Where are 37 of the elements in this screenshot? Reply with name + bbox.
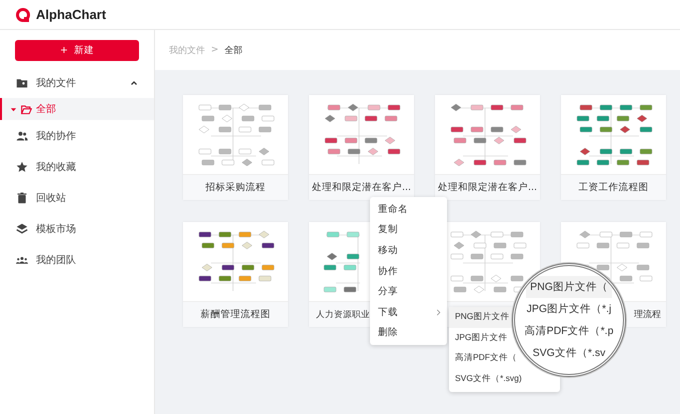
file-card[interactable]: 工资工作流程图 [561,95,666,200]
breadcrumb-item: 全部 [224,44,243,56]
menu-item[interactable]: JPG图片文件 [449,328,512,348]
file-name: 工资工作流程图 [578,181,648,194]
file-card[interactable]: 处理和限定潜在客户... [435,95,540,200]
people-icon [16,130,28,142]
menu-item[interactable]: PNG图片文件 [449,307,514,328]
nav-item[interactable]: 模板市场 [0,213,154,244]
nav-item[interactable]: 我的协作 [0,120,154,151]
star-icon [16,160,28,172]
file-card[interactable]: 薪酬管理流程图 [183,222,288,327]
file-name: 招标采购流程 [206,181,266,194]
nav-item[interactable]: 全部 [0,98,154,120]
breadcrumb-separator: > [211,45,219,55]
trash-icon [16,192,28,204]
caret-down-icon [10,106,17,112]
open-folder-icon [21,104,32,114]
layers-icon [16,222,28,234]
diagram-thumbnail [322,230,360,294]
menu-item[interactable]: SVG文件（*.svg) [449,368,526,390]
nav-item[interactable]: 我的收藏 [0,151,154,182]
file-name: 处理和限定潜在客户... [312,181,412,194]
file-name: 理流程 [634,308,661,322]
chevron-up-icon [130,78,138,86]
file-name: 处理和限定潜在客户... [438,181,538,194]
folder-icon [16,76,28,88]
file-name: 人力资源职业 [316,308,370,321]
nav-item[interactable]: 我的团队 [0,244,154,275]
logo-icon [15,6,31,22]
file-card[interactable]: 招标采购流程 [183,95,288,200]
file-card[interactable]: 处理和限定潜在客户... [309,95,414,200]
app-name: AlphaChart [36,7,106,22]
nav-item[interactable]: 我的文件 [0,67,154,98]
file-name: 薪酬管理流程图 [200,308,270,322]
menu-item[interactable]: 重命名 [370,199,447,220]
nav-item[interactable]: 回收站 [0,182,154,213]
new-button[interactable]: + 新建 [15,40,139,61]
